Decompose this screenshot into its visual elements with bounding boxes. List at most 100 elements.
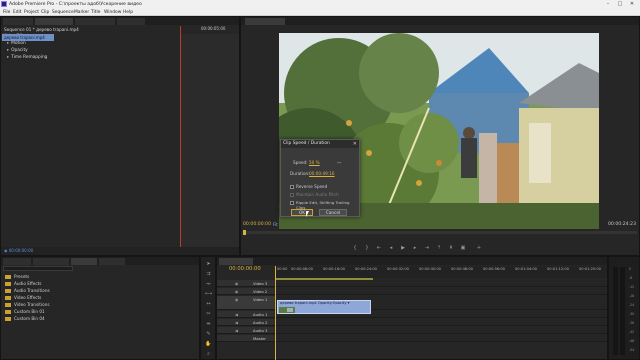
expand-triangle-icon[interactable]: ▸ [7, 55, 9, 60]
lift-icon[interactable]: ⇡ [435, 245, 443, 252]
effect-time-remapping[interactable]: ▸ Time Remapping [7, 55, 47, 61]
export-frame-icon[interactable]: ▣ [459, 245, 467, 252]
reverse-speed-checkbox[interactable] [290, 185, 294, 189]
track-header-video-1[interactable]: ◉ Video 1 [217, 296, 275, 310]
track-header-master[interactable]: Master [217, 335, 275, 342]
menu-help[interactable]: Help [123, 9, 133, 16]
program-playhead[interactable] [243, 230, 246, 235]
lane-video-2[interactable] [275, 288, 607, 295]
add-button-icon[interactable]: + [475, 245, 483, 252]
expand-triangle-icon[interactable]: ▸ [7, 41, 9, 46]
tab-metadata[interactable] [117, 18, 145, 25]
go-to-in-icon[interactable]: ⇤ [375, 245, 383, 252]
ok-button[interactable]: OK [291, 209, 313, 216]
play-icon[interactable]: ▶ [399, 245, 407, 252]
track-header-audio-2[interactable]: ◀ Audio 2 [217, 319, 275, 326]
program-monitor-tabs [241, 17, 639, 25]
program-current-timecode[interactable]: 00:00:00:00 [243, 222, 271, 227]
bin-video-effects[interactable]: Video Effects [5, 294, 41, 301]
speed-field[interactable]: 50 % [309, 160, 320, 165]
selection-tool-icon[interactable]: ➤ [205, 261, 212, 268]
mark-in-icon[interactable]: { [351, 245, 359, 252]
hand-tool-icon[interactable]: ✋ [205, 341, 212, 348]
effect-opacity[interactable]: ▸ Opacity [7, 48, 28, 54]
timeline-playhead[interactable] [275, 266, 276, 360]
tab-audio-mixer[interactable] [75, 18, 115, 25]
mini-timeline-clip[interactable]: деревo trapani.mp4 [2, 34, 54, 41]
speaker-icon[interactable]: ◀ [235, 327, 238, 334]
folder-icon [5, 282, 11, 286]
tab-program[interactable] [245, 18, 285, 25]
close-window-button[interactable]: ✕ [626, 0, 638, 9]
ripple-edit-checkbox[interactable] [290, 201, 294, 205]
menu-clip[interactable]: Clip [41, 9, 49, 16]
tab-media-browser[interactable] [33, 258, 69, 265]
minimize-button[interactable]: – [602, 0, 614, 9]
tab-history[interactable] [99, 258, 125, 265]
effects-bin-list: Presets Audio Effects Audio Transitions … [1, 273, 199, 359]
tab-effect-controls[interactable] [35, 18, 73, 25]
mark-out-icon[interactable]: } [363, 245, 371, 252]
program-scrub-bar[interactable] [243, 230, 637, 235]
step-back-icon[interactable]: ◂ [387, 245, 395, 252]
effects-search-input[interactable] [3, 266, 73, 271]
eye-icon[interactable]: ◉ [235, 280, 238, 287]
duration-field[interactable]: 00:00:49:16 [309, 171, 335, 176]
menu-marker[interactable]: Marker [74, 9, 89, 16]
bin-video-transitions[interactable]: Video Transitions [5, 301, 50, 308]
track-header-video-3[interactable]: ◉ Video 3 [217, 280, 275, 287]
folder-icon [5, 303, 11, 307]
maintain-audio-pitch-checkbox[interactable] [290, 193, 294, 197]
ripple-edit-tool-icon[interactable]: ⟛ [205, 281, 212, 288]
cancel-button[interactable]: Cancel [319, 209, 347, 216]
track-header-audio-1[interactable]: ◀ Audio 1 [217, 311, 275, 318]
lane-master[interactable] [275, 335, 607, 342]
lane-audio-3[interactable] [275, 327, 607, 334]
bin-custom-01[interactable]: Custom Bin 01 [5, 308, 45, 315]
step-forward-icon[interactable]: ▸ [411, 245, 419, 252]
timeline-timecode[interactable]: 00:00:00:00 [229, 266, 261, 272]
menu-project[interactable]: Project [24, 9, 39, 16]
rate-stretch-tool-icon[interactable]: ↔ [205, 301, 212, 308]
menu-title[interactable]: Title [91, 9, 100, 16]
speaker-icon[interactable]: ◀ [235, 319, 238, 326]
bin-audio-effects[interactable]: Audio Effects [5, 280, 41, 287]
eye-icon[interactable]: ◉ [235, 288, 238, 295]
menu-edit[interactable]: Edit [13, 9, 22, 16]
extract-icon[interactable]: ⇞ [447, 245, 455, 252]
pen-tool-icon[interactable]: ✎ [205, 331, 212, 338]
effect-controls-footer-timecode[interactable]: ◉ 00:00:00:00 [1, 247, 239, 255]
track-header-audio-3[interactable]: ◀ Audio 3 [217, 327, 275, 334]
maximize-button[interactable]: □ [614, 0, 626, 9]
razor-tool-icon[interactable]: ✂ [205, 311, 212, 318]
lane-video-3[interactable] [275, 280, 607, 287]
time-ruler[interactable]: 00:00 00:00:08:00 00:00:16:00 00:00:24:0… [275, 266, 607, 278]
bin-custom-04[interactable]: Custom Bin 04 [5, 315, 45, 322]
close-icon[interactable]: ✕ [353, 140, 357, 148]
slip-tool-icon[interactable]: ⇹ [205, 321, 212, 328]
eye-icon[interactable]: ◉ [235, 296, 238, 303]
go-to-out-icon[interactable]: ⇥ [423, 245, 431, 252]
mini-playhead[interactable] [180, 26, 181, 254]
bin-audio-transitions[interactable]: Audio Transitions [5, 287, 50, 294]
menu-window[interactable]: Window [104, 9, 121, 16]
tab-sequence-01[interactable] [219, 258, 253, 265]
video-clip[interactable]: деревo trapani.mp4 Opacity:Opacity ▾ [277, 300, 371, 314]
tab-project[interactable] [3, 258, 31, 265]
tab-effects[interactable] [71, 258, 97, 265]
menu-sequence[interactable]: Sequence [52, 9, 74, 16]
effect-motion[interactable]: ▸ Motion [7, 41, 26, 47]
zoom-tool-icon[interactable]: ⌕ [205, 351, 212, 358]
menu-file[interactable]: File [3, 9, 10, 16]
rolling-edit-tool-icon[interactable]: ⟷ [205, 291, 212, 298]
lane-audio-2[interactable] [275, 319, 607, 326]
effect-controls-mini-timeline[interactable] [180, 34, 239, 254]
expand-triangle-icon[interactable]: ▸ [7, 48, 9, 53]
link-chain-icon[interactable]: ⊶ [337, 160, 341, 165]
track-select-tool-icon[interactable]: ⇉ [205, 271, 212, 278]
tab-source[interactable] [3, 18, 33, 25]
track-header-video-2[interactable]: ◉ Video 2 [217, 288, 275, 295]
bin-presets[interactable]: Presets [5, 273, 29, 280]
zoom-level-select[interactable]: Fit [273, 222, 278, 227]
speaker-icon[interactable]: ◀ [235, 311, 238, 318]
